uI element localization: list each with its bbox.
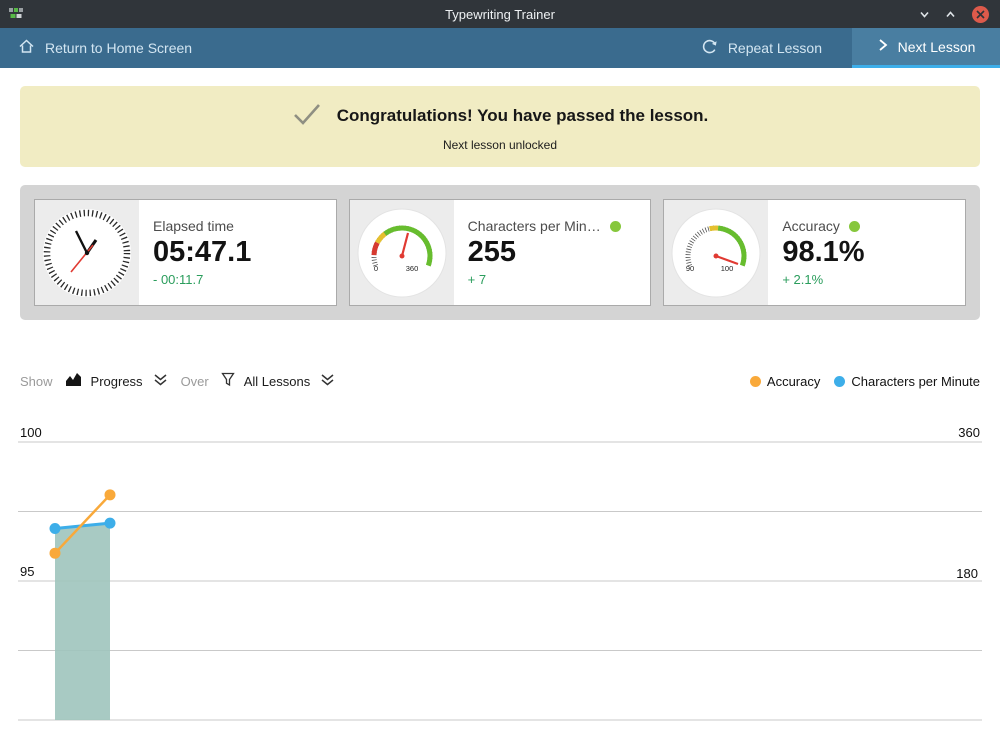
legend-cpm: Characters per Minute (834, 374, 980, 389)
progress-chart-icon (65, 372, 82, 390)
show-label: Show (20, 374, 53, 389)
stats-panel: Elapsed time 05:47.1 - 00:11.7 0 360 Cha… (20, 185, 980, 320)
legend-accuracy: Accuracy (750, 374, 820, 389)
gauge-max-label: 360 (405, 264, 418, 273)
close-button[interactable] (971, 5, 990, 24)
filter-funnel-icon (221, 372, 235, 390)
accuracy-passed-dot (849, 221, 860, 232)
accuracy-card: 90 100 Accuracy 98.1% + 2.1% (663, 199, 966, 306)
window-titlebar: Typewriting Trainer (0, 0, 1000, 28)
chevron-double-down-icon (319, 373, 336, 390)
cpm-passed-dot (610, 221, 621, 232)
menu-chevron-down-icon[interactable] (919, 9, 930, 20)
cpm-label: Characters per Min… (468, 218, 601, 234)
cpm-dot-icon (834, 376, 845, 387)
repeat-lesson-label: Repeat Lesson (728, 40, 822, 56)
pass-banner: Congratulations! You have passed the les… (20, 86, 980, 167)
repeat-lesson-button[interactable]: Repeat Lesson (702, 28, 852, 68)
return-home-button[interactable]: Return to Home Screen (0, 28, 192, 68)
cpm-value: 255 (468, 236, 637, 269)
speed-gauge-icon: 0 360 (350, 200, 454, 305)
pass-banner-title: Congratulations! You have passed the les… (337, 106, 709, 126)
chart-legend: Accuracy Characters per Minute (750, 374, 980, 389)
next-arrow-icon (877, 38, 889, 55)
accuracy-gauge-icon: 90 100 (664, 200, 768, 305)
toolbar: Return to Home Screen Repeat Lesson Next… (0, 28, 1000, 68)
legend-cpm-label: Characters per Minute (851, 374, 980, 389)
pass-banner-subtitle: Next lesson unlocked (443, 138, 557, 152)
progress-chart: 100 95 360 180 (0, 396, 1000, 729)
elapsed-time-delta: - 00:11.7 (153, 272, 322, 287)
accuracy-delta: + 2.1% (782, 272, 951, 287)
legend-accuracy-label: Accuracy (767, 374, 820, 389)
gauge-min-label: 90 (686, 264, 694, 273)
gauge-max-label: 100 (721, 264, 734, 273)
clock-icon (35, 200, 139, 305)
minimize-chevron-up-icon[interactable] (945, 9, 956, 20)
accuracy-dot-icon (750, 376, 761, 387)
elapsed-time-value: 05:47.1 (153, 236, 322, 269)
check-icon (292, 102, 322, 131)
return-home-label: Return to Home Screen (45, 40, 192, 56)
home-icon (18, 38, 35, 58)
metric-selector[interactable]: Progress (65, 372, 169, 390)
next-lesson-button[interactable]: Next Lesson (852, 28, 1000, 68)
metric-value: Progress (91, 374, 143, 389)
over-label: Over (181, 374, 209, 389)
gauge-min-label: 0 (374, 264, 378, 273)
app-icon (8, 6, 24, 22)
cpm-delta: + 7 (468, 272, 637, 287)
elapsed-time-label: Elapsed time (153, 218, 234, 234)
lessons-selector[interactable]: All Lessons (221, 372, 336, 390)
chart-controls: Show Progress Over All Lessons Accuracy (20, 366, 980, 396)
cpm-card: 0 360 Characters per Min… 255 + 7 (349, 199, 652, 306)
next-lesson-label: Next Lesson (898, 39, 976, 55)
window-title: Typewriting Trainer (0, 7, 1000, 22)
chart-plot-area (0, 420, 1000, 722)
accuracy-label: Accuracy (782, 218, 840, 234)
accuracy-value: 98.1% (782, 236, 951, 269)
lessons-value: All Lessons (244, 374, 310, 389)
elapsed-time-card: Elapsed time 05:47.1 - 00:11.7 (34, 199, 337, 306)
repeat-icon (702, 39, 718, 58)
chevron-double-down-icon (152, 373, 169, 390)
